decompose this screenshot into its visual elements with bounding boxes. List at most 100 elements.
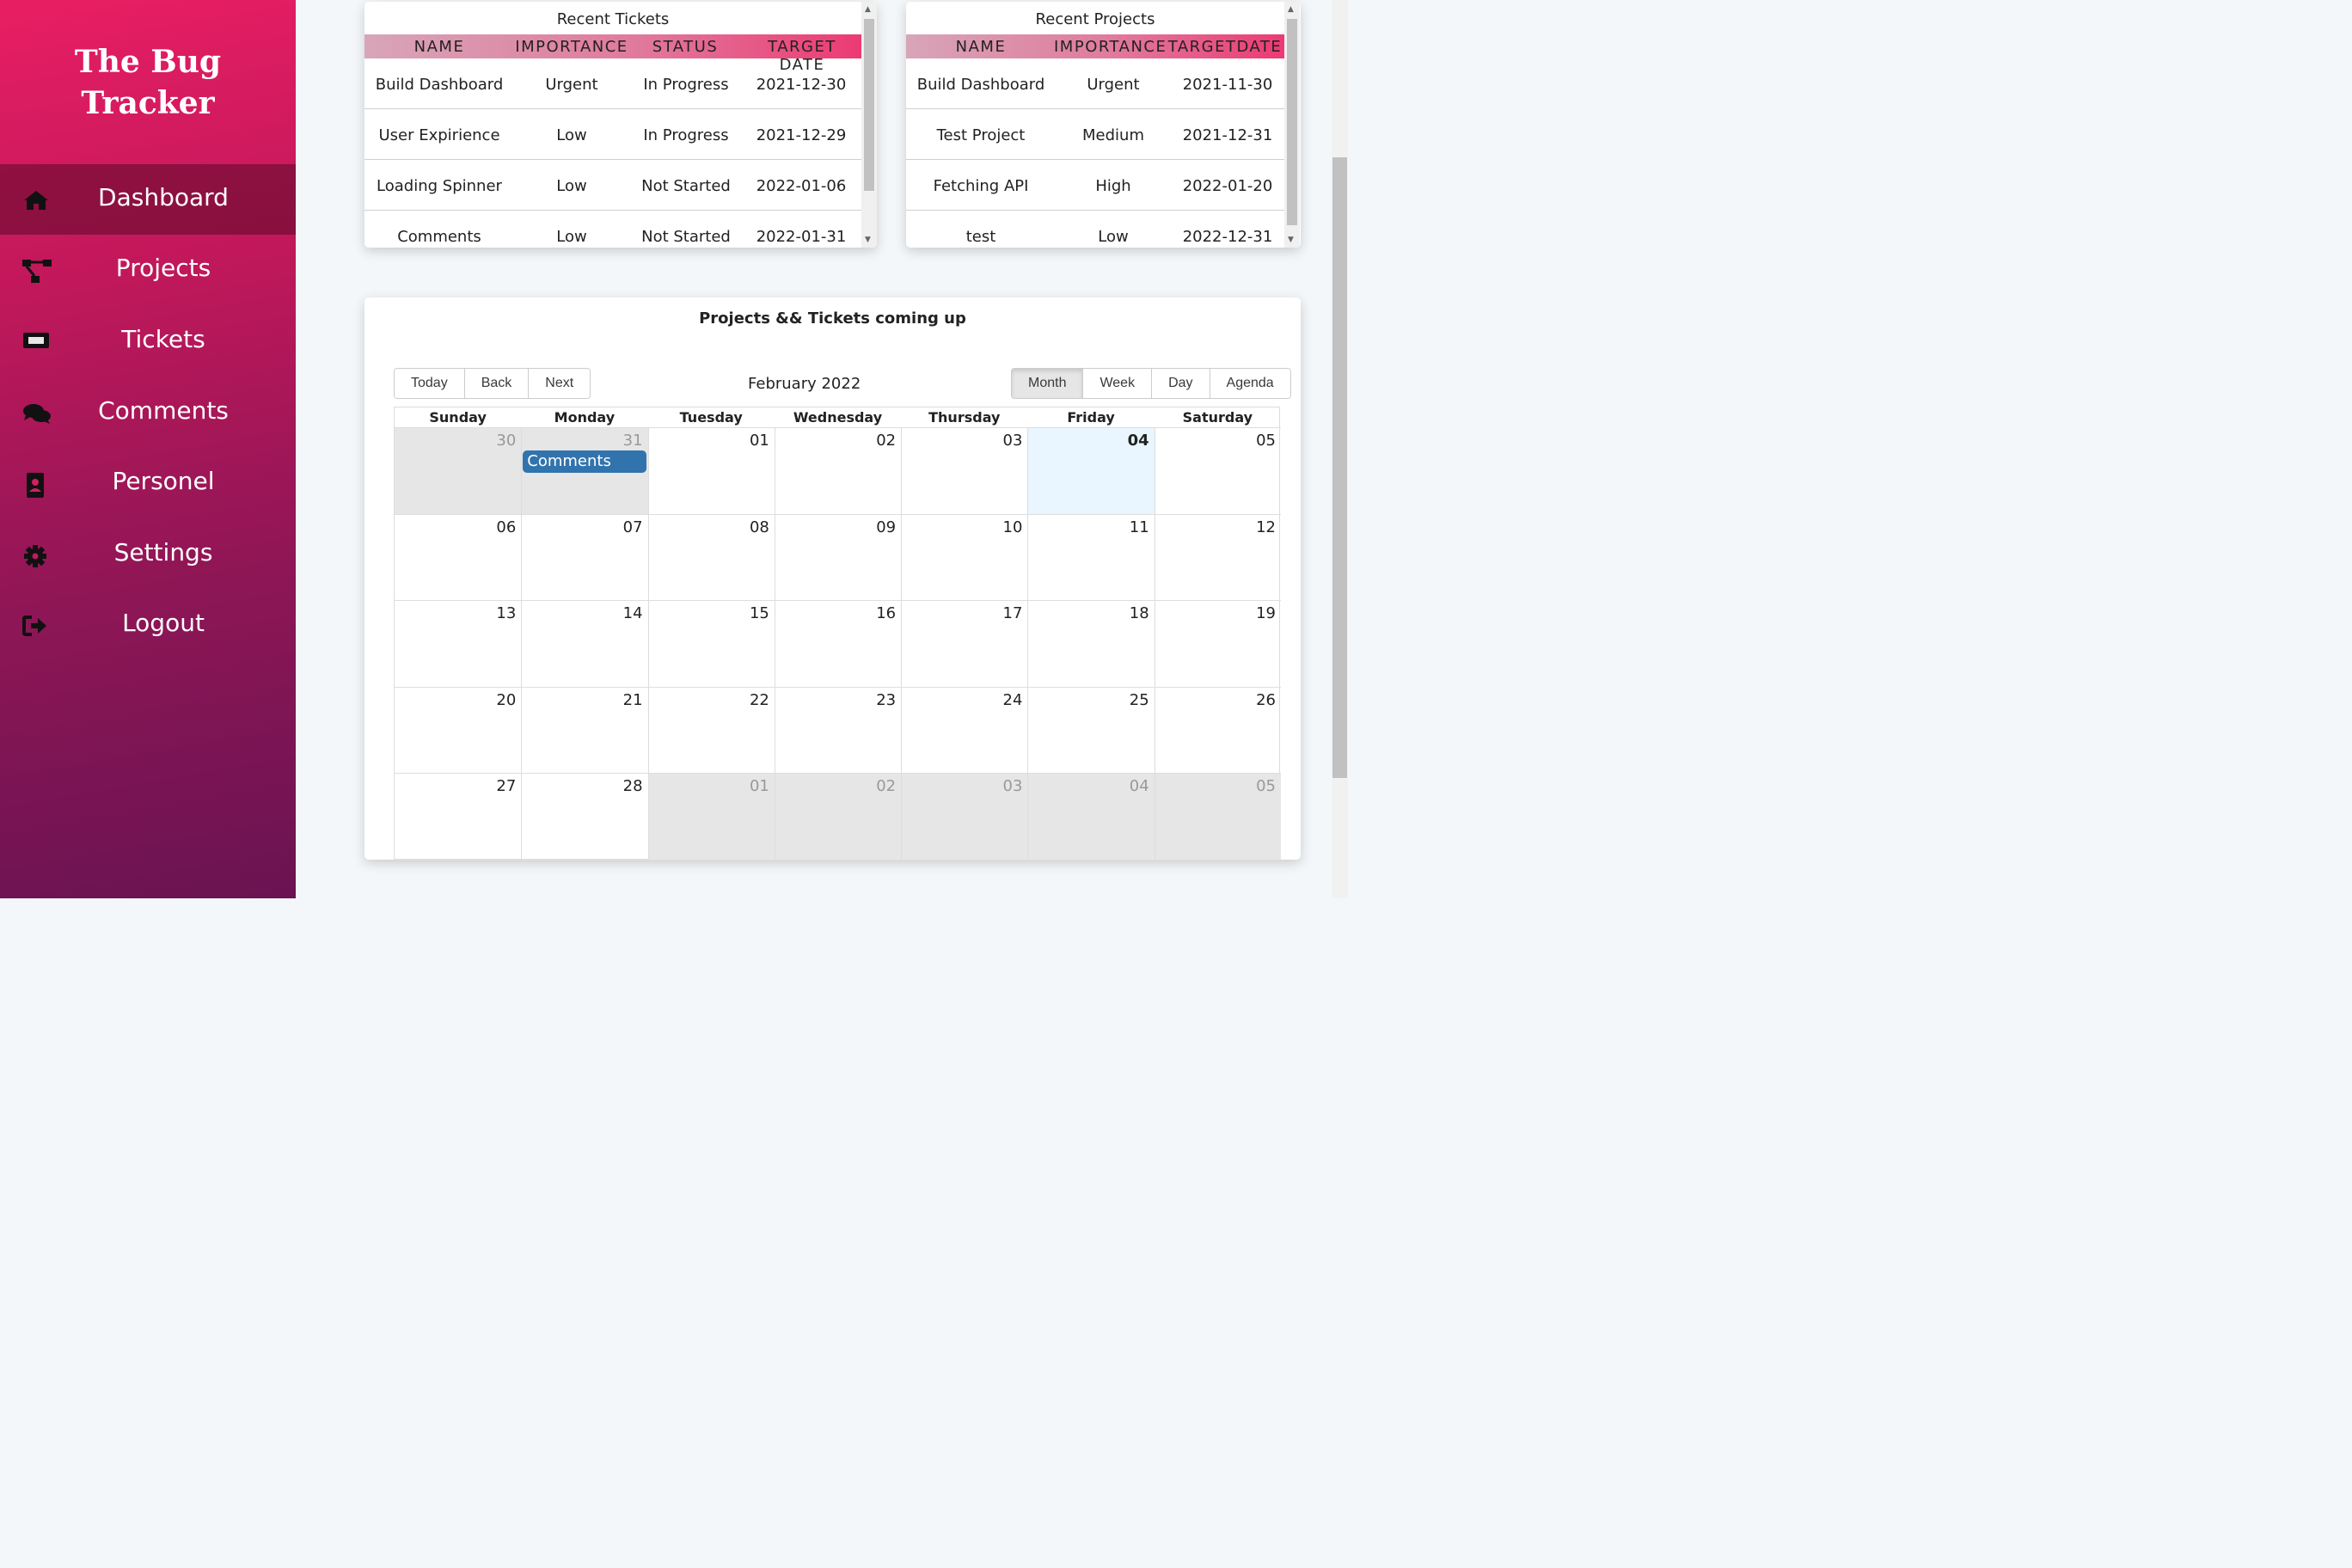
- calendar-day-cell[interactable]: 21: [521, 687, 648, 775]
- day-number[interactable]: 09: [876, 518, 896, 536]
- sidebar-item-personel[interactable]: Personel: [0, 448, 296, 518]
- page-scrollbar-thumb[interactable]: [1332, 157, 1347, 778]
- projects-scrollbar[interactable]: ▲ ▼: [1284, 2, 1300, 248]
- calendar-day-cell[interactable]: 12: [1154, 514, 1281, 602]
- table-row[interactable]: Test Project Medium 2021-12-31: [906, 109, 1284, 160]
- calendar-day-cell[interactable]: 10: [901, 514, 1028, 602]
- day-number[interactable]: 16: [876, 604, 896, 622]
- day-number[interactable]: 31: [623, 432, 643, 450]
- calendar-day-cell[interactable]: 09: [774, 514, 902, 602]
- week-view-button[interactable]: Week: [1083, 369, 1153, 398]
- day-number[interactable]: 02: [876, 777, 896, 795]
- today-button[interactable]: Today: [395, 369, 465, 398]
- day-number[interactable]: 01: [750, 432, 769, 450]
- calendar-day-cell[interactable]: 28: [521, 774, 648, 861]
- calendar-event[interactable]: Comments: [523, 450, 647, 473]
- day-number[interactable]: 05: [1256, 432, 1276, 450]
- scroll-down-icon[interactable]: ▼: [1288, 236, 1294, 244]
- calendar-day-cell[interactable]: 15: [647, 601, 775, 688]
- month-view-button[interactable]: Month: [1012, 369, 1084, 398]
- calendar-day-cell[interactable]: 27: [395, 774, 522, 861]
- calendar-day-cell[interactable]: 25: [1027, 687, 1155, 775]
- sidebar-item-projects[interactable]: Projects: [0, 235, 296, 305]
- day-number[interactable]: 13: [496, 604, 516, 622]
- back-button[interactable]: Back: [464, 369, 530, 398]
- calendar-day-cell[interactable]: 01: [647, 428, 775, 515]
- day-number[interactable]: 04: [1128, 432, 1149, 450]
- day-number[interactable]: 27: [496, 777, 516, 795]
- day-number[interactable]: 07: [623, 518, 643, 536]
- day-number[interactable]: 21: [623, 691, 643, 709]
- day-number[interactable]: 08: [750, 518, 769, 536]
- calendar-day-cell[interactable]: 05: [1154, 428, 1281, 515]
- calendar-day-cell[interactable]: 11: [1027, 514, 1155, 602]
- calendar-day-cell[interactable]: 23: [774, 687, 902, 775]
- sidebar-item-dashboard[interactable]: Dashboard: [0, 164, 296, 235]
- day-number[interactable]: 06: [496, 518, 516, 536]
- day-number[interactable]: 25: [1130, 691, 1149, 709]
- calendar-day-cell[interactable]: 07: [521, 514, 648, 602]
- calendar-day-cell[interactable]: 24: [901, 687, 1028, 775]
- calendar-day-cell[interactable]: 20: [395, 688, 522, 775]
- table-row[interactable]: Build Dashboard Urgent 2021-11-30: [906, 58, 1284, 109]
- table-row[interactable]: Fetching API High 2022-01-20: [906, 160, 1284, 211]
- calendar-day-cell[interactable]: 26: [1154, 687, 1281, 775]
- scroll-up-icon[interactable]: ▲: [865, 5, 871, 14]
- calendar-day-cell[interactable]: 05: [1154, 774, 1281, 861]
- calendar-day-cell[interactable]: 04: [1027, 774, 1155, 861]
- scroll-down-icon[interactable]: ▼: [865, 236, 871, 244]
- day-number[interactable]: 01: [750, 777, 769, 795]
- table-row[interactable]: Loading Spinner Low Not Started 2022-01-…: [364, 160, 861, 211]
- calendar-day-cell[interactable]: 13: [395, 601, 522, 688]
- day-number[interactable]: 03: [1003, 432, 1023, 450]
- day-number[interactable]: 11: [1130, 518, 1149, 536]
- day-number[interactable]: 20: [496, 691, 516, 709]
- calendar-day-cell[interactable]: 18: [1027, 601, 1155, 688]
- calendar-day-cell[interactable]: 31 Comments: [521, 428, 648, 515]
- day-number[interactable]: 19: [1256, 604, 1276, 622]
- calendar-day-cell[interactable]: 01: [647, 774, 775, 861]
- table-row[interactable]: Build Dashboard Urgent In Progress 2021-…: [364, 58, 861, 109]
- day-number[interactable]: 04: [1130, 777, 1149, 795]
- sidebar-item-logout[interactable]: Logout: [0, 590, 296, 660]
- day-number[interactable]: 26: [1256, 691, 1276, 709]
- day-number[interactable]: 28: [623, 777, 643, 795]
- day-number[interactable]: 03: [1003, 777, 1023, 795]
- day-number[interactable]: 22: [750, 691, 769, 709]
- day-number[interactable]: 23: [876, 691, 896, 709]
- calendar-day-cell[interactable]: 08: [647, 514, 775, 602]
- calendar-day-cell[interactable]: 30: [395, 428, 522, 515]
- day-number[interactable]: 12: [1256, 518, 1276, 536]
- table-row[interactable]: test Low 2022-12-31: [906, 211, 1284, 248]
- sidebar-item-tickets[interactable]: Tickets: [0, 306, 296, 377]
- day-view-button[interactable]: Day: [1152, 369, 1210, 398]
- sidebar-item-settings[interactable]: Settings: [0, 519, 296, 590]
- calendar-day-cell[interactable]: 03: [901, 774, 1028, 861]
- day-number[interactable]: 05: [1256, 777, 1276, 795]
- scrollbar-thumb[interactable]: [864, 19, 874, 191]
- next-button[interactable]: Next: [529, 369, 591, 398]
- calendar-day-cell[interactable]: 19: [1154, 601, 1281, 688]
- sidebar-item-comments[interactable]: Comments: [0, 377, 296, 448]
- calendar-day-cell[interactable]: 16: [774, 601, 902, 688]
- day-number[interactable]: 24: [1003, 691, 1023, 709]
- calendar-day-cell[interactable]: 02: [774, 774, 902, 861]
- agenda-view-button[interactable]: Agenda: [1210, 369, 1290, 398]
- table-row[interactable]: User Expirience Low In Progress 2021-12-…: [364, 109, 861, 160]
- day-number[interactable]: 17: [1003, 604, 1023, 622]
- scroll-up-icon[interactable]: ▲: [1288, 5, 1294, 14]
- table-row[interactable]: Comments Low Not Started 2022-01-31: [364, 211, 861, 248]
- day-number[interactable]: 30: [496, 432, 516, 450]
- calendar-day-cell[interactable]: 14: [521, 601, 648, 688]
- tickets-scrollbar[interactable]: ▲ ▼: [861, 2, 877, 248]
- day-number[interactable]: 02: [876, 432, 896, 450]
- calendar-day-cell[interactable]: 22: [647, 687, 775, 775]
- page-scrollbar[interactable]: [1332, 0, 1348, 898]
- day-number[interactable]: 14: [623, 604, 643, 622]
- calendar-day-cell[interactable]: 17: [901, 601, 1028, 688]
- calendar-day-cell[interactable]: 02: [774, 428, 902, 515]
- scrollbar-thumb[interactable]: [1287, 19, 1297, 225]
- day-number[interactable]: 10: [1003, 518, 1023, 536]
- day-number[interactable]: 18: [1130, 604, 1149, 622]
- calendar-day-cell[interactable]: 06: [395, 515, 522, 602]
